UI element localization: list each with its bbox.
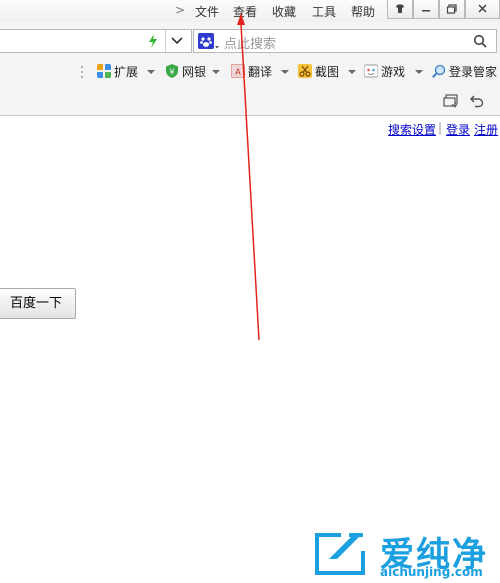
- watermark-url: aichunjing.com: [380, 565, 483, 579]
- screenshot-label: 截图: [315, 65, 340, 79]
- link-separator: |: [438, 121, 443, 135]
- watermark-logo-icon: [315, 533, 365, 575]
- url-input[interactable]: [0, 29, 192, 53]
- minimize-button[interactable]: [413, 0, 439, 19]
- skin-button[interactable]: [387, 0, 413, 19]
- key-search-icon: [432, 64, 446, 78]
- grid-icon: [97, 64, 111, 78]
- shirt-icon: [396, 4, 404, 13]
- chevron-down-icon[interactable]: [171, 36, 183, 46]
- extensions-dropdown-icon[interactable]: [147, 70, 155, 74]
- screenshot-dropdown-icon[interactable]: [348, 70, 356, 74]
- shield-yen-icon: ¥: [166, 64, 178, 78]
- scissors-icon: [298, 64, 312, 78]
- lightning-icon[interactable]: [147, 34, 159, 48]
- close-icon: [478, 4, 487, 13]
- menu-item-file[interactable]: 文件: [195, 3, 219, 20]
- online-banking-dropdown-icon[interactable]: [212, 70, 220, 74]
- translate-icon: A: [231, 64, 245, 78]
- games-button[interactable]: 游戏: [364, 63, 414, 81]
- grip-icon[interactable]: [80, 65, 84, 79]
- search-box[interactable]: 点此搜索: [193, 29, 497, 53]
- screenshot-button[interactable]: 截图: [298, 63, 348, 81]
- game-icon: [364, 64, 378, 78]
- undo-icon[interactable]: [469, 93, 485, 109]
- games-dropdown-icon[interactable]: [415, 70, 423, 74]
- minimize-icon: [422, 10, 430, 12]
- translate-dropdown-icon[interactable]: [281, 70, 289, 74]
- menu-item-help[interactable]: 帮助: [351, 3, 375, 20]
- restore-icon: [446, 4, 457, 14]
- baidu-paw-icon[interactable]: [198, 33, 220, 50]
- online-banking-button[interactable]: ¥ 网银: [165, 63, 215, 81]
- login-manager-label: 登录管家: [449, 65, 498, 79]
- window-switch-icon[interactable]: [443, 94, 459, 108]
- restore-button[interactable]: [439, 0, 465, 19]
- menu-item-view[interactable]: 查看: [233, 3, 257, 20]
- online-banking-label: 网银: [182, 65, 207, 79]
- menu-chevron-icon[interactable]: >: [175, 3, 185, 17]
- register-link[interactable]: 注册: [474, 121, 498, 138]
- menu-item-favorites[interactable]: 收藏: [272, 3, 296, 20]
- translate-label: 翻译: [248, 65, 273, 79]
- extensions-button[interactable]: 扩展: [97, 63, 153, 81]
- games-label: 游戏: [381, 65, 406, 79]
- login-manager-button[interactable]: 登录管家: [432, 63, 500, 81]
- baidu-search-button[interactable]: 百度一下: [0, 288, 76, 319]
- search-settings-link[interactable]: 搜索设置: [388, 121, 436, 138]
- close-button[interactable]: [465, 0, 500, 19]
- title-bar: > 文件 查看 收藏 工具 帮助: [0, 0, 500, 22]
- menu-item-tools[interactable]: 工具: [312, 3, 336, 20]
- search-icon[interactable]: [473, 34, 487, 48]
- extensions-toolbar: 扩展 ¥ 网银 A 翻译 截图 游戏 登录管家: [0, 58, 500, 86]
- svg-text:¥: ¥: [169, 68, 174, 77]
- extensions-label: 扩展: [114, 65, 139, 79]
- translate-button[interactable]: A 翻译: [231, 63, 281, 81]
- login-link[interactable]: 登录: [446, 121, 470, 138]
- svg-text:A: A: [235, 68, 241, 77]
- url-divider: [165, 30, 166, 52]
- search-input[interactable]: 点此搜索: [224, 33, 276, 52]
- address-toolbar: 点此搜索: [0, 22, 500, 58]
- page-tools-row: [0, 86, 500, 116]
